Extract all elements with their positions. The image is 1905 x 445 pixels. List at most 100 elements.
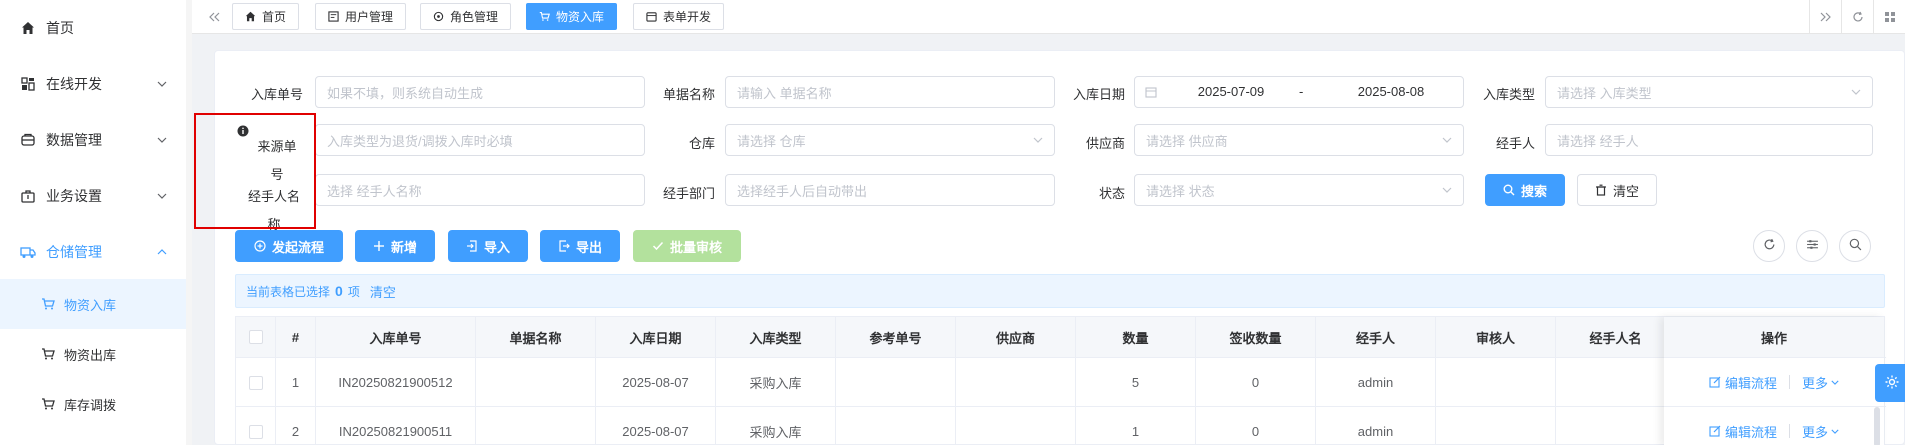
warehouse-select[interactable]: 请选择 仓库: [725, 124, 1055, 156]
highlight-box: [194, 113, 316, 229]
export-button[interactable]: 导出: [540, 230, 620, 262]
home-icon: [245, 11, 256, 22]
search-icon: [1849, 238, 1862, 254]
app-root: 首页 在线开发 数据管理 业务设置 仓储管理 物资入库 物资出库 库存调拨 首页…: [0, 0, 1905, 445]
search-button[interactable]: 搜索: [1485, 174, 1565, 206]
supplier-select[interactable]: 请选择 供应商: [1134, 124, 1464, 156]
column-settings-button[interactable]: [1796, 230, 1828, 262]
cell-signed-quantity: 0: [1196, 358, 1316, 407]
sidebar-item-business-settings[interactable]: 业务设置: [0, 168, 188, 224]
label-inbound-date: 入库日期: [1072, 87, 1125, 102]
source-no-input[interactable]: 入库类型为退货/调拨入库时必填: [315, 124, 645, 156]
batch-audit-button[interactable]: 批量审核: [633, 230, 741, 262]
link-label: 更多: [1802, 424, 1829, 440]
cart-icon: [539, 11, 550, 22]
sidebar-subitem-stock-transfer[interactable]: 库存调拨: [0, 379, 188, 429]
sidebar-item-online-dev[interactable]: 在线开发: [0, 56, 188, 112]
cell-auditor: [1436, 407, 1556, 445]
link-label: 更多: [1802, 375, 1829, 391]
button-label: 搜索: [1520, 183, 1547, 199]
truck-icon: [20, 244, 36, 260]
plus-icon: [373, 240, 385, 252]
header-select-all[interactable]: [236, 317, 276, 357]
column-header: 审核人: [1436, 317, 1556, 357]
cell-index: 2: [276, 407, 316, 445]
cell-quantity: 1: [1076, 407, 1196, 445]
table-row[interactable]: 1 IN20250821900512 2025-08-07 采购入库 5 0 a…: [236, 357, 1886, 407]
tab-role-management[interactable]: 角色管理: [420, 3, 512, 30]
status-select[interactable]: 请选择 状态: [1134, 174, 1464, 206]
database-icon: [20, 132, 36, 148]
grid-menu-icon[interactable]: [1873, 0, 1905, 34]
sidebar-subitem-material-inbound[interactable]: 物资入库: [0, 279, 188, 329]
inbound-no-input[interactable]: 如果不填，则系统自动生成: [315, 76, 645, 108]
import-button[interactable]: 导入: [448, 230, 528, 262]
handler-input[interactable]: 请选择 经手人: [1545, 124, 1873, 156]
tab-form-development[interactable]: 表单开发: [633, 3, 725, 30]
cell-supplier: [956, 358, 1076, 407]
edit-flow-link[interactable]: 编辑流程: [1709, 422, 1777, 441]
sidebar-item-warehouse[interactable]: 仓储管理: [0, 224, 188, 280]
toggle-search-button[interactable]: [1839, 230, 1871, 262]
row-select-cell[interactable]: [236, 407, 276, 445]
inbound-table: # 入库单号 单据名称 入库日期 入库类型 参考单号 供应商 数量 签收数量 经…: [235, 316, 1886, 445]
inbound-date-range-picker[interactable]: 2025-07-09 - 2025-08-08: [1134, 76, 1464, 108]
column-header: 单据名称: [476, 317, 596, 357]
table-scrollbar[interactable]: [1874, 407, 1880, 445]
sidebar-item-home[interactable]: 首页: [0, 0, 188, 56]
edit-flow-link[interactable]: 编辑流程: [1709, 373, 1777, 392]
double-chevron-left-icon[interactable]: [202, 0, 226, 34]
cell-handler: admin: [1316, 358, 1436, 407]
refresh-icon[interactable]: [1841, 0, 1873, 34]
tab-material-inbound[interactable]: 物资入库: [526, 3, 618, 30]
table-row[interactable]: 2 IN20250821900511 2025-08-07 采购入库 1 0 a…: [236, 406, 1886, 445]
select-placeholder: 请选择 入库类型: [1557, 85, 1652, 101]
cell-inbound-date: 2025-08-07: [596, 407, 716, 445]
check-icon: [652, 240, 664, 252]
code-icon: [20, 76, 36, 92]
refresh-table-button[interactable]: [1753, 230, 1785, 262]
handler-department-input[interactable]: 选择经手人后自动带出: [725, 174, 1055, 206]
sliders-icon: [1806, 238, 1819, 254]
refresh-icon: [1763, 238, 1776, 254]
cell-index: 1: [276, 358, 316, 407]
cell-quantity: 5: [1076, 358, 1196, 407]
inbound-type-select[interactable]: 请选择 入库类型: [1545, 76, 1873, 108]
row-actions: 编辑流程 更多: [1664, 357, 1884, 406]
document-name-input[interactable]: 请输入 单据名称: [725, 76, 1055, 108]
label-inbound-no: 入库单号: [250, 87, 303, 102]
user-card-icon: [328, 11, 339, 22]
tab-label: 表单开发: [663, 10, 712, 24]
row-checkbox[interactable]: [248, 375, 263, 390]
chevron-down-icon: [156, 78, 168, 90]
sidebar-scrollbar[interactable]: [186, 0, 192, 445]
cart-icon: [40, 296, 56, 312]
floating-settings-button[interactable]: [1875, 364, 1905, 402]
cart-icon: [40, 346, 56, 362]
more-actions-dropdown[interactable]: 更多: [1802, 422, 1839, 441]
button-label: 导入: [483, 239, 510, 255]
column-header: #: [276, 317, 316, 357]
sidebar-item-data-management[interactable]: 数据管理: [0, 112, 188, 168]
tab-bar: 首页 用户管理 角色管理 物资入库 表单开发: [192, 0, 1905, 34]
button-label: 新增: [390, 239, 417, 255]
start-flow-button[interactable]: 发起流程: [235, 230, 343, 262]
label-status: 状态: [1098, 186, 1125, 201]
row-select-cell[interactable]: [236, 358, 276, 407]
more-actions-dropdown[interactable]: 更多: [1802, 373, 1839, 392]
cell-auditor: [1436, 358, 1556, 407]
cell-inbound-type: 采购入库: [716, 358, 836, 407]
sidebar-subitem-material-outbound[interactable]: 物资出库: [0, 329, 188, 379]
select-all-checkbox[interactable]: [248, 330, 263, 344]
row-checkbox[interactable]: [248, 424, 263, 439]
double-chevron-right-icon[interactable]: [1809, 0, 1841, 34]
tab-home[interactable]: 首页: [232, 3, 300, 30]
handler-name-input[interactable]: 选择 经手人名称: [315, 174, 645, 206]
tab-user-management[interactable]: 用户管理: [315, 3, 407, 30]
select-placeholder: 请选择 供应商: [1146, 133, 1228, 149]
sidebar-item-label: 仓储管理: [46, 244, 102, 260]
clear-selection-link[interactable]: 清空: [370, 282, 396, 301]
export-icon: [558, 240, 570, 252]
reset-button[interactable]: 清空: [1577, 174, 1657, 206]
add-button[interactable]: 新增: [355, 230, 435, 262]
